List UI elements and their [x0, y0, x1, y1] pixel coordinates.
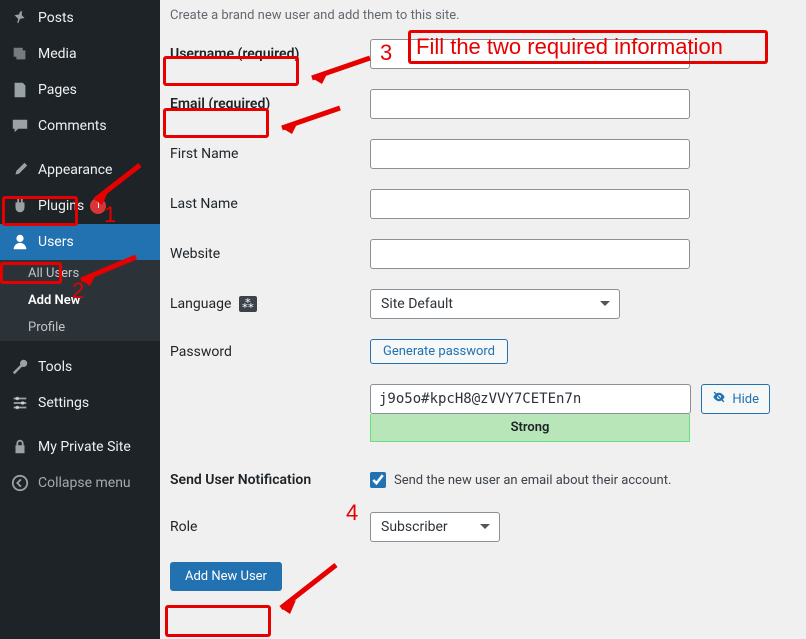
- password-input[interactable]: [370, 384, 691, 414]
- sidebar-item-users[interactable]: Users: [0, 224, 160, 260]
- sidebar-item-label: Pages: [38, 82, 77, 98]
- media-icon: [10, 44, 30, 64]
- sidebar-item-my-private-site[interactable]: My Private Site: [0, 429, 160, 465]
- submenu-profile[interactable]: Profile: [0, 314, 160, 341]
- sidebar-item-label: Comments: [38, 118, 107, 134]
- add-new-user-button[interactable]: Add New User: [170, 562, 282, 591]
- password-strength-indicator: Strong: [370, 414, 690, 442]
- notify-label: Send User Notification: [170, 472, 370, 488]
- lastname-label: Last Name: [170, 196, 370, 212]
- lastname-input[interactable]: [370, 189, 690, 219]
- firstname-label: First Name: [170, 146, 370, 162]
- user-icon: [10, 232, 30, 252]
- sidebar-item-label: Plugins: [38, 198, 84, 214]
- users-submenu: All Users Add New Profile: [0, 260, 160, 341]
- sidebar-item-settings[interactable]: Settings: [0, 385, 160, 421]
- sidebar-item-media[interactable]: Media: [0, 36, 160, 72]
- password-label: Password: [170, 344, 370, 360]
- email-input[interactable]: [370, 89, 690, 119]
- sidebar-item-label: My Private Site: [38, 439, 131, 455]
- pin-icon: [10, 8, 30, 28]
- role-select[interactable]: Subscriber: [370, 512, 500, 542]
- lock-icon: [10, 437, 30, 457]
- submenu-add-new[interactable]: Add New: [0, 287, 160, 314]
- hide-password-button[interactable]: Hide: [701, 384, 770, 414]
- plugin-update-badge: 1: [90, 198, 106, 214]
- plugin-icon: [10, 196, 30, 216]
- page-description: Create a brand new user and add them to …: [170, 8, 786, 23]
- email-label: Email (required): [170, 96, 370, 112]
- language-select[interactable]: Site Default: [370, 289, 620, 319]
- admin-sidebar: Posts Media Pages Comments Appearance Pl…: [0, 0, 160, 639]
- comments-icon: [10, 116, 30, 136]
- notify-checkbox[interactable]: [370, 472, 386, 488]
- website-label: Website: [170, 246, 370, 262]
- sidebar-item-label: Posts: [38, 10, 74, 26]
- generate-password-button[interactable]: Generate password: [370, 339, 508, 364]
- sidebar-item-posts[interactable]: Posts: [0, 0, 160, 36]
- sidebar-collapse[interactable]: Collapse menu: [0, 465, 160, 501]
- wrench-icon: [10, 357, 30, 377]
- notify-text: Send the new user an email about their a…: [394, 473, 671, 488]
- sidebar-item-label: Collapse menu: [38, 475, 131, 491]
- sidebar-item-pages[interactable]: Pages: [0, 72, 160, 108]
- sidebar-item-label: Settings: [38, 395, 89, 411]
- sidebar-item-label: Media: [38, 46, 77, 62]
- language-label: Language ⁂: [170, 296, 370, 312]
- sidebar-item-tools[interactable]: Tools: [0, 349, 160, 385]
- sidebar-item-appearance[interactable]: Appearance: [0, 152, 160, 188]
- main-content: Create a brand new user and add them to …: [160, 0, 806, 639]
- firstname-input[interactable]: [370, 139, 690, 169]
- website-input[interactable]: [370, 239, 690, 269]
- sidebar-item-label: Tools: [38, 359, 72, 375]
- sidebar-item-comments[interactable]: Comments: [0, 108, 160, 144]
- username-label: Username (required): [170, 46, 370, 62]
- sidebar-item-label: Users: [38, 234, 74, 250]
- eye-slash-icon: [712, 390, 726, 408]
- pages-icon: [10, 80, 30, 100]
- translate-icon: ⁂: [239, 296, 257, 312]
- username-input[interactable]: [370, 39, 690, 69]
- collapse-icon: [10, 473, 30, 493]
- submenu-all-users[interactable]: All Users: [0, 260, 160, 287]
- role-label: Role: [170, 519, 370, 535]
- sliders-icon: [10, 393, 30, 413]
- sidebar-item-plugins[interactable]: Plugins 1: [0, 188, 160, 224]
- sidebar-item-label: Appearance: [38, 162, 112, 178]
- brush-icon: [10, 160, 30, 180]
